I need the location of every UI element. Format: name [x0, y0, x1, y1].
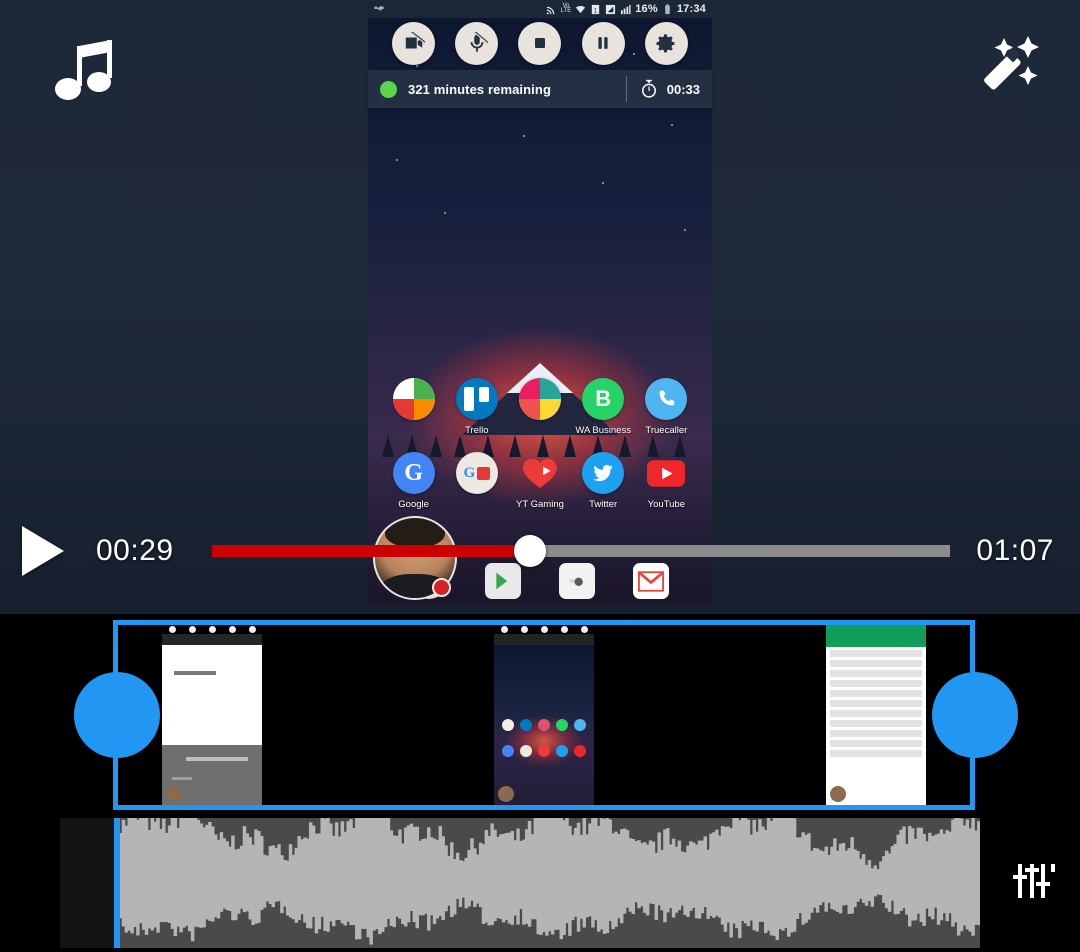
phone-status-bar: ▪◂▪ Vo LTE 1 16% 17:34: [368, 0, 712, 18]
thumb-avatar: [166, 786, 182, 802]
app-folder-2[interactable]: [511, 378, 569, 436]
app-label: YT Gaming: [516, 499, 564, 510]
thumb-dots: [494, 625, 594, 634]
thumbnail-strip: [118, 625, 970, 805]
whatsapp-business-icon: B: [582, 378, 625, 420]
app-label: YouTube: [647, 499, 686, 510]
video-editor-screen: ▪◂▪ Vo LTE 1 16% 17:34 Trello B WA Busin…: [0, 0, 1080, 952]
stopwatch-icon: [641, 79, 656, 98]
trello-icon: [455, 378, 498, 420]
battery-icon: [665, 3, 670, 14]
thumb-app-rows: [826, 647, 926, 805]
app-row: Trello B WA Business Truecaller: [368, 378, 712, 436]
thumb-avatar: [498, 786, 514, 802]
elapsed-timer: 00:33: [627, 79, 712, 99]
truecaller-icon: [645, 378, 688, 420]
clock: 17:34: [676, 3, 706, 15]
thumbnail-home-screen[interactable]: [494, 625, 594, 805]
thumb-app-header: [826, 625, 926, 647]
stop-button[interactable]: [518, 21, 562, 65]
status-indicator-dot: [380, 80, 397, 98]
remaining-time-label: 321 minutes remaining: [408, 81, 551, 97]
current-time: 00:29: [96, 534, 174, 567]
thumbnail-document[interactable]: [162, 625, 262, 805]
thumb-status: [494, 634, 594, 645]
elapsed-time-text: 00:33: [666, 81, 700, 97]
signal-2-icon: [621, 4, 631, 14]
app-label: Google: [398, 499, 429, 510]
recorder-control-bar: [368, 18, 712, 68]
audio-track[interactable]: [60, 818, 980, 948]
thumb-dots: [162, 625, 262, 634]
yt-gaming-icon: [519, 452, 561, 494]
battery-percent: 16%: [635, 3, 658, 15]
app-youtube[interactable]: YouTube: [637, 452, 695, 510]
equalizer-icon[interactable]: [1012, 858, 1058, 904]
settings-button[interactable]: [644, 21, 688, 65]
thumb-gap: [262, 625, 494, 805]
app-twitter[interactable]: Twitter: [574, 452, 632, 510]
thumb-avatar: [830, 786, 846, 802]
app-folder-1[interactable]: [385, 378, 443, 436]
seek-bar[interactable]: [211, 535, 951, 567]
trim-handle-right[interactable]: [932, 672, 1018, 758]
play-icon[interactable]: [22, 526, 64, 576]
thumb-status: [162, 634, 262, 645]
thumb-page: [162, 645, 262, 745]
app-label: WA Business: [575, 425, 631, 436]
notification-icon: ▪◂▪: [374, 3, 384, 14]
app-label: Trello: [465, 425, 489, 436]
folder-icon: [392, 378, 435, 420]
app-grid: Trello B WA Business Truecaller G Google…: [368, 378, 712, 526]
audio-playhead[interactable]: [114, 818, 120, 948]
camera-off-button[interactable]: [392, 21, 436, 65]
app-yt-gaming[interactable]: YT Gaming: [511, 452, 569, 510]
seek-handle[interactable]: [513, 535, 546, 567]
app-row: G Google G YT Gaming Twitter YouTube: [368, 452, 712, 510]
folder-icon: [518, 378, 561, 420]
google-icon: G: [392, 452, 435, 494]
app-truecaller[interactable]: Truecaller: [637, 378, 695, 436]
signal-1-icon: [606, 4, 616, 14]
app-wa-business[interactable]: B WA Business: [574, 378, 632, 436]
timeline-panel: [0, 614, 1080, 952]
audio-waveform[interactable]: [116, 818, 980, 948]
clip-selection[interactable]: [113, 620, 975, 810]
sim-icon: 1: [592, 4, 600, 14]
seek-progress-fill: [211, 545, 515, 557]
thumbnail-app-list[interactable]: [826, 625, 926, 805]
app-folder-3[interactable]: G: [448, 452, 506, 510]
app-google[interactable]: G Google: [385, 452, 443, 510]
playback-controls: 00:29 01:07: [0, 515, 1080, 587]
app-label: Truecaller: [645, 425, 688, 436]
recording-status-bar: 321 minutes remaining 00:33: [368, 70, 712, 108]
thumb-gap: [594, 625, 826, 805]
trim-handle-left[interactable]: [74, 672, 160, 758]
app-trello[interactable]: Trello: [448, 378, 506, 436]
music-note-icon[interactable]: [55, 38, 117, 104]
magic-wand-icon[interactable]: [980, 26, 1052, 98]
volte-icon: Vo LTE: [560, 3, 572, 14]
cast-icon: [546, 6, 554, 14]
youtube-icon: [645, 452, 687, 494]
thumb-wallpaper: [494, 645, 594, 805]
twitter-icon: [582, 452, 625, 494]
mic-off-button[interactable]: [455, 21, 499, 65]
app-label: Twitter: [589, 499, 618, 510]
svg-text:1: 1: [594, 7, 598, 14]
wifi-icon: [576, 5, 586, 13]
folder-icon: G: [455, 452, 498, 494]
pause-button[interactable]: [581, 21, 625, 65]
total-time: 01:07: [976, 534, 1054, 567]
